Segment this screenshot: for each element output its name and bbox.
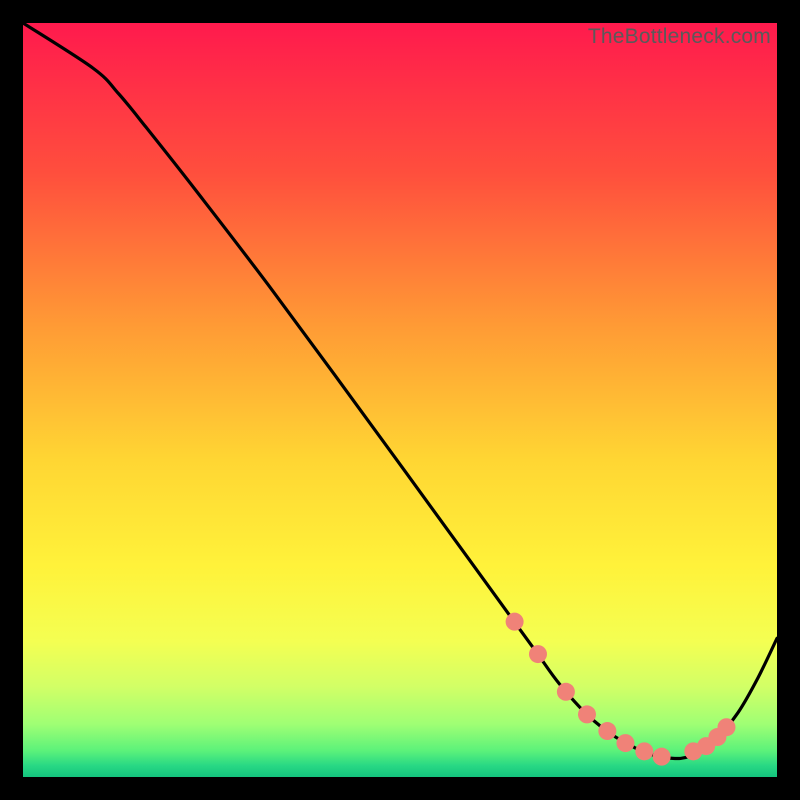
plot-area: TheBottleneck.com [23, 23, 777, 777]
background-gradient [23, 23, 777, 777]
watermark-text: TheBottleneck.com [588, 25, 771, 49]
